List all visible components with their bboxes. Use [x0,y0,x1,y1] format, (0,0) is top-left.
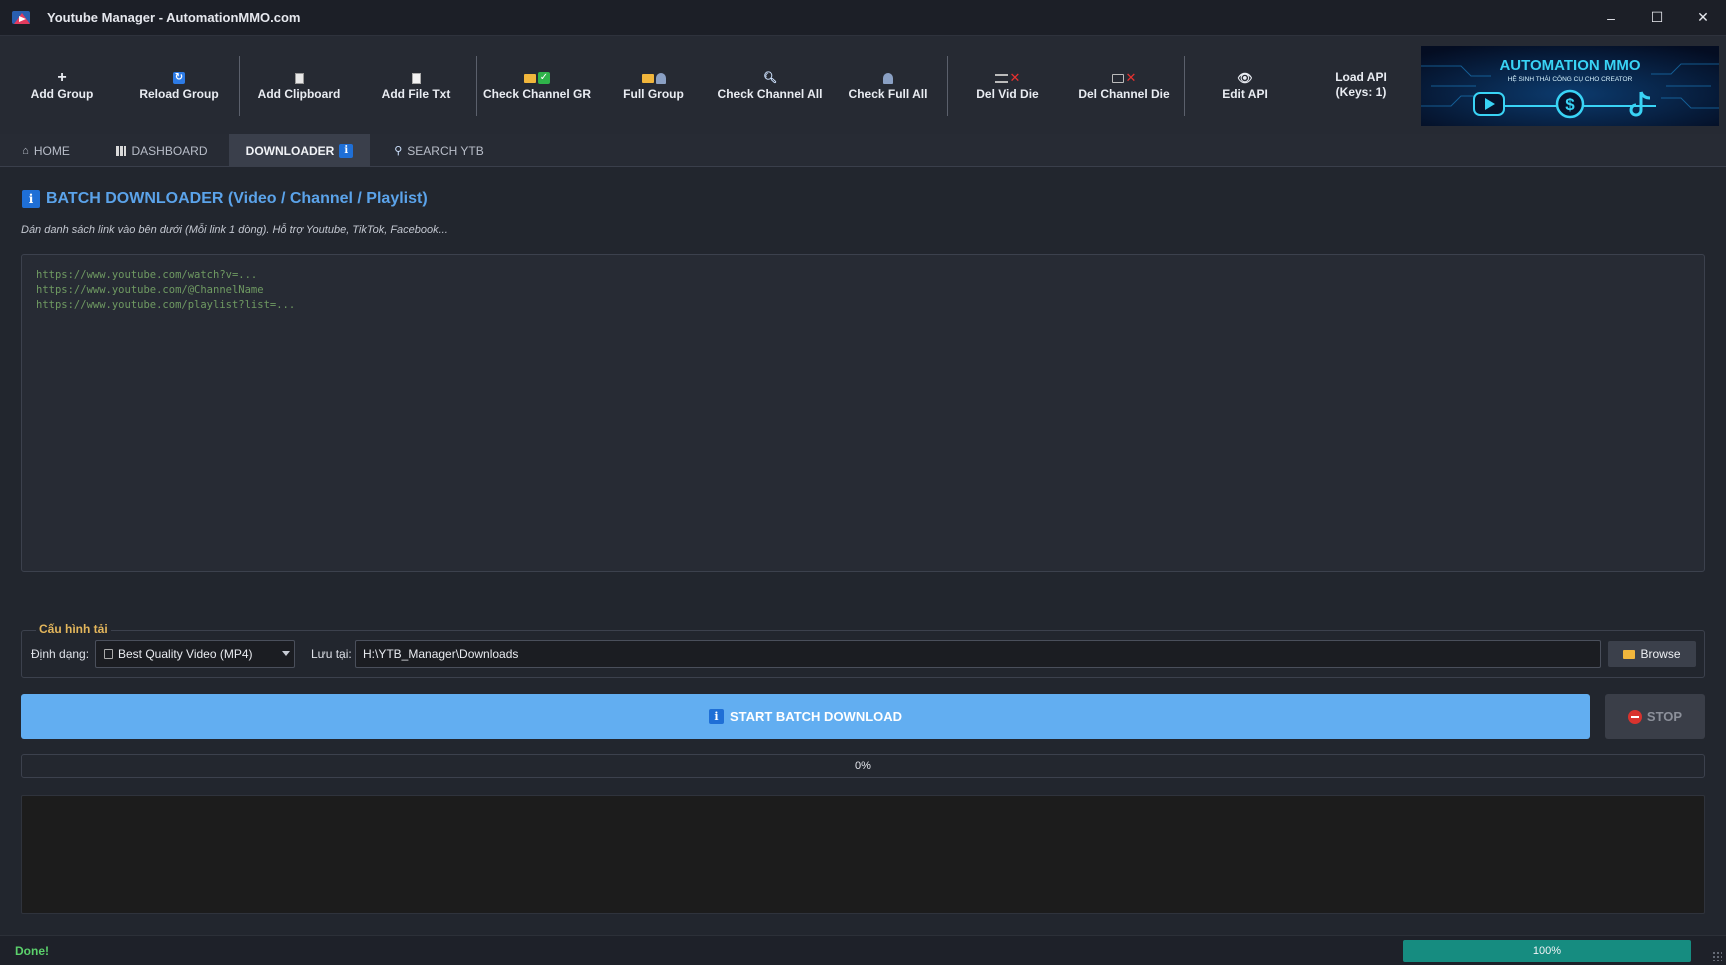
chevron-down-icon [282,651,290,656]
users-icon [883,71,893,85]
maximize-button[interactable]: ☐ [1634,0,1680,35]
close-button[interactable]: ✕ [1680,0,1726,35]
instructions-text: Dán danh sách link vào bên dưới (Mỗi lin… [21,224,448,236]
stop-button[interactable]: STOP [1605,694,1705,739]
status-bar: Done! 100% [0,935,1726,965]
toolbar-separator [1184,56,1185,116]
start-batch-download-button[interactable]: i START BATCH DOWNLOAD [21,694,1590,739]
info-icon: i [22,190,40,208]
save-path-input[interactable] [355,640,1601,668]
format-label: Định dạng: [31,647,90,661]
tab-downloader[interactable]: DOWNLOADER i [229,134,370,167]
full-group-button[interactable]: Full Group [615,66,692,106]
download-progress-bar: 0% [21,754,1705,778]
app-logo-icon [11,9,33,27]
info-icon: i [339,143,354,158]
folder-check-icon: ✓ [524,71,550,85]
log-output[interactable] [21,795,1705,914]
folder-user-icon [641,71,666,85]
tab-search-ytb[interactable]: ⚲ SEARCH YTB [383,134,495,167]
chart-icon [116,145,127,156]
add-file-txt-button[interactable]: Add File Txt [372,66,460,106]
config-legend: Cấu hình tải [36,622,111,636]
download-config-group: Cấu hình tải Định dạng: Best Quality Vid… [21,622,1705,678]
resize-grip-icon[interactable] [1712,951,1722,961]
toolbar-separator [947,56,948,116]
status-text: Done! [15,944,49,958]
window-title: Youtube Manager - AutomationMMO.com [47,10,301,25]
minimize-button[interactable]: – [1588,0,1634,35]
search-icon: 🔍︎ [763,72,777,84]
toolbar-separator [476,56,477,116]
clipboard-icon [294,71,304,85]
section-title: i BATCH DOWNLOADER (Video / Channel / Pl… [22,190,428,208]
info-icon: i [708,709,724,724]
check-full-all-button[interactable]: Check Full All [846,66,930,106]
progress-text: 0% [855,760,871,772]
check-channel-gr-button[interactable]: ✓ Check Channel GR [482,66,592,106]
add-group-button[interactable]: + Add Group [22,66,102,106]
links-input[interactable] [21,254,1705,572]
toolbar: + Add Group ↻ Reload Group Add Clipboard… [0,35,1726,134]
load-api-button[interactable]: Load API (Keys: 1) [1325,65,1397,105]
browse-button[interactable]: Browse [1608,641,1696,667]
banner-subtitle: HỆ SINH THÁI CÔNG CỤ CHO CREATOR [1508,74,1633,83]
folder-icon [1623,649,1636,659]
downloader-panel: i BATCH DOWNLOADER (Video / Channel / Pl… [0,167,1726,935]
eye-icon: 👁︎ [1237,71,1253,85]
plus-icon: + [57,69,67,86]
promo-banner[interactable]: AUTOMATION MMO HỆ SINH THÁI CÔNG CỤ CHO … [1421,46,1719,126]
tv-delete-icon: ✕ [1111,71,1136,85]
refresh-icon: ↻ [173,72,185,84]
status-progress-bar: 100% [1403,940,1691,962]
reload-group-button[interactable]: ↻ Reload Group [133,66,225,106]
save-location-label: Lưu tại: [311,647,352,661]
edit-api-button[interactable]: 👁︎ Edit API [1210,66,1280,106]
format-dropdown[interactable]: Best Quality Video (MP4) [95,640,295,668]
list-delete-icon: ✕ [994,71,1020,85]
svg-text:$: $ [1565,95,1575,114]
add-clipboard-button[interactable]: Add Clipboard [253,66,345,106]
title-bar: Youtube Manager - AutomationMMO.com – ☐ … [0,0,1726,35]
del-channel-die-button[interactable]: ✕ Del Channel Die [1077,66,1171,106]
del-vid-die-button[interactable]: ✕ Del Vid Die [965,66,1050,106]
youtube-icon [1473,92,1505,116]
video-icon [104,649,113,659]
check-channel-all-button[interactable]: 🔍︎ Check Channel All [715,66,825,106]
tab-bar: ⌂ HOME DASHBOARD DOWNLOADER i ⚲ SEARCH Y… [0,134,1726,167]
tab-dashboard[interactable]: DASHBOARD [104,134,220,167]
tab-home[interactable]: ⌂ HOME [10,134,82,167]
file-icon [411,71,421,85]
home-icon: ⌂ [22,144,29,157]
search-icon: ⚲ [394,145,403,157]
stop-icon [1627,709,1642,724]
progress-text: 100% [1532,945,1562,957]
dollar-icon: $ [1555,89,1585,119]
banner-title: AUTOMATION MMO [1499,57,1640,74]
toolbar-separator [239,56,240,116]
